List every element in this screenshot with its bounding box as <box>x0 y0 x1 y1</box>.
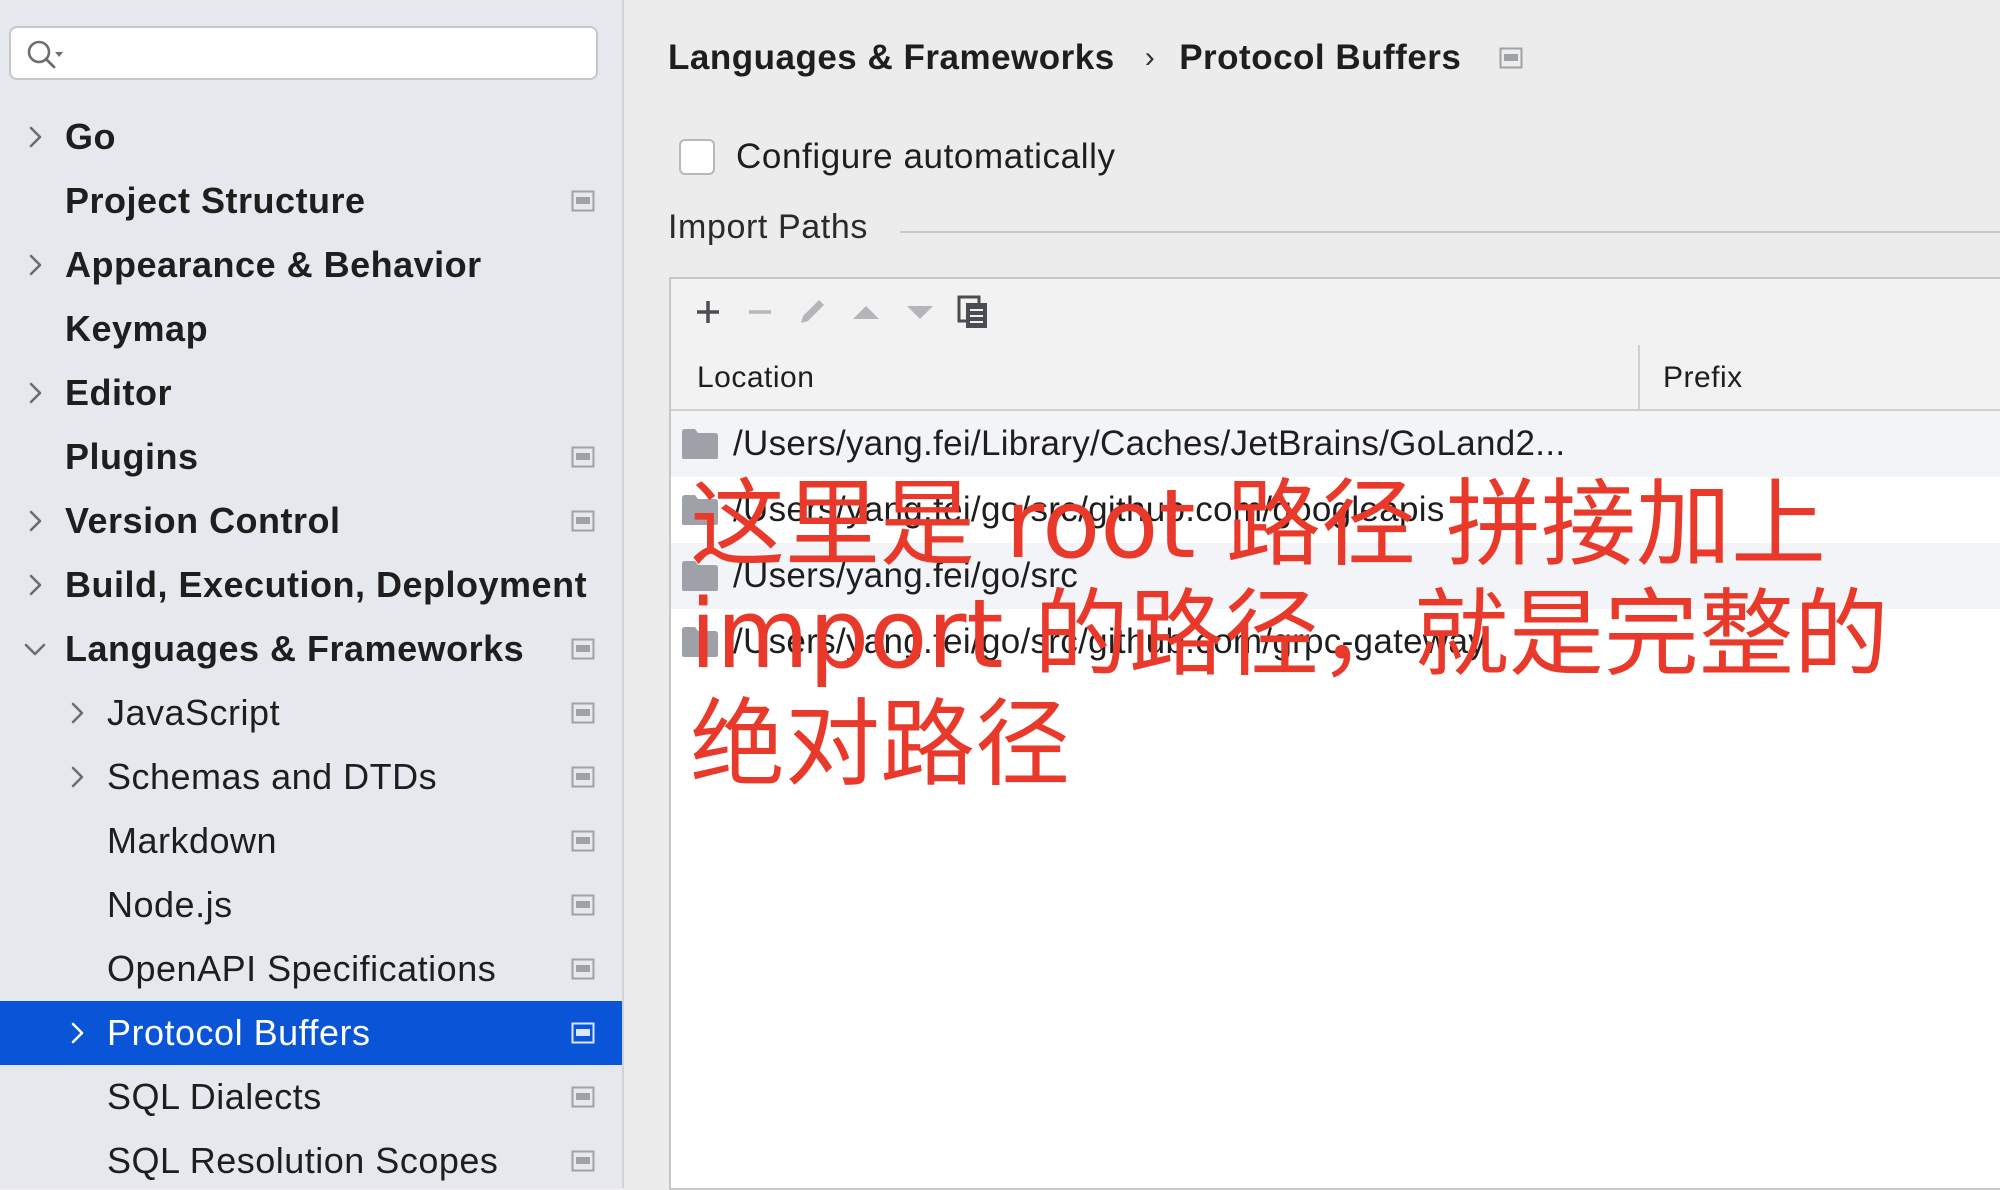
sidebar-item-label: Markdown <box>107 820 278 861</box>
sidebar-item-go[interactable]: Go <box>0 105 622 169</box>
sidebar-item-label: Build, Execution, Deployment <box>65 564 588 605</box>
breadcrumb-separator: › <box>1144 41 1156 74</box>
project-level-icon <box>571 894 595 916</box>
edit-icon[interactable] <box>793 293 831 331</box>
chevron-down-icon[interactable] <box>22 636 48 662</box>
sidebar-item-javascript[interactable]: JavaScript <box>0 681 622 745</box>
sidebar-item-languages-frameworks[interactable]: Languages & Frameworks <box>0 617 622 681</box>
configure-automatically-checkbox[interactable] <box>679 139 715 175</box>
sidebar-item-keymap[interactable]: Keymap <box>0 297 622 361</box>
sidebar-item-label: Go <box>65 116 116 157</box>
project-level-icon <box>571 1150 595 1172</box>
project-level-icon <box>571 510 595 532</box>
sidebar-item-sql-resolution-scopes[interactable]: SQL Resolution Scopes <box>0 1129 622 1188</box>
sidebar-item-label: Project Structure <box>65 180 366 221</box>
project-level-icon <box>571 1086 595 1108</box>
settings-content: Languages & Frameworks › Protocol Buffer… <box>624 0 2000 1190</box>
sidebar-item-protocol-buffers[interactable]: Protocol Buffers <box>0 1001 622 1065</box>
project-level-icon <box>571 446 595 468</box>
project-level-icon <box>571 1022 595 1044</box>
sidebar-item-label: Node.js <box>107 884 233 925</box>
sidebar-item-label: Appearance & Behavior <box>65 244 482 285</box>
configure-automatically-label[interactable]: Configure automatically <box>736 137 1116 177</box>
annotation-text: 这里是 root 路径 拼接加上 import 的路径，就是完整的绝对路径 <box>690 470 1889 800</box>
sidebar-item-version-control[interactable]: Version Control <box>0 489 622 553</box>
add-icon[interactable] <box>689 293 727 331</box>
chevron-right-icon[interactable] <box>64 1020 90 1046</box>
configure-automatically-row[interactable]: Configure automatically <box>679 137 1116 177</box>
project-level-icon <box>571 638 595 660</box>
copy-icon[interactable] <box>955 293 993 331</box>
sidebar-item-label: Schemas and DTDs <box>107 756 438 797</box>
project-level-icon <box>571 702 595 724</box>
sidebar-item-schemas-and-dtds[interactable]: Schemas and DTDs <box>0 745 622 809</box>
import-paths-title: Import Paths <box>668 208 868 246</box>
sidebar-item-project-structure[interactable]: Project Structure <box>0 169 622 233</box>
sidebar-item-label: Keymap <box>65 308 209 349</box>
chevron-right-icon[interactable] <box>22 572 48 598</box>
chevron-right-icon[interactable] <box>22 124 48 150</box>
table-row[interactable]: /Users/yang.fei/Library/Caches/JetBrains… <box>671 411 2000 477</box>
sidebar-item-appearance-behavior[interactable]: Appearance & Behavior <box>0 233 622 297</box>
sidebar-item-label: Plugins <box>65 436 199 477</box>
breadcrumb: Languages & Frameworks › Protocol Buffer… <box>668 38 1523 78</box>
column-divider[interactable] <box>1638 345 1640 409</box>
sidebar-item-sql-dialects[interactable]: SQL Dialects <box>0 1065 622 1129</box>
column-header-prefix[interactable]: Prefix <box>1663 361 1743 395</box>
breadcrumb-current: Protocol Buffers <box>1179 38 1462 77</box>
section-divider <box>900 231 2000 233</box>
project-level-icon <box>571 958 595 980</box>
sidebar-item-editor[interactable]: Editor <box>0 361 622 425</box>
chevron-right-icon[interactable] <box>64 700 90 726</box>
chevron-right-icon[interactable] <box>22 252 48 278</box>
location-cell: /Users/yang.fei/Library/Caches/JetBrains… <box>733 424 1566 463</box>
settings-search-field[interactable] <box>9 26 598 80</box>
sidebar-item-label: SQL Resolution Scopes <box>107 1140 499 1181</box>
sidebar-item-label: Languages & Frameworks <box>65 628 525 669</box>
sidebar-item-label: OpenAPI Specifications <box>107 948 497 989</box>
sidebar-item-plugins[interactable]: Plugins <box>0 425 622 489</box>
chevron-right-icon[interactable] <box>64 764 90 790</box>
sidebar-item-label: Protocol Buffers <box>107 1012 371 1053</box>
move-up-icon[interactable] <box>847 293 885 331</box>
chevron-right-icon[interactable] <box>22 380 48 406</box>
sidebar-item-markdown[interactable]: Markdown <box>0 809 622 873</box>
sidebar-item-label: Version Control <box>65 500 341 541</box>
sidebar-item-label: JavaScript <box>107 692 281 733</box>
project-level-icon <box>571 766 595 788</box>
sidebar-item-label: Editor <box>65 372 172 413</box>
project-level-icon <box>1499 47 1523 69</box>
search-input[interactable] <box>73 36 577 72</box>
sidebar-item-label: SQL Dialects <box>107 1076 322 1117</box>
move-down-icon[interactable] <box>901 293 939 331</box>
chevron-right-icon[interactable] <box>22 508 48 534</box>
search-icon <box>27 40 63 69</box>
import-paths-toolbar <box>671 279 2000 347</box>
sidebar-item-node-js[interactable]: Node.js <box>0 873 622 937</box>
sidebar-item-openapi-specifications[interactable]: OpenAPI Specifications <box>0 937 622 1001</box>
settings-sidebar: Go Project Structure Appearance & Behavior… <box>0 0 624 1188</box>
folder-icon <box>682 429 718 459</box>
column-header-location[interactable]: Location <box>697 361 814 395</box>
breadcrumb-parent[interactable]: Languages & Frameworks <box>668 38 1115 78</box>
sidebar-item-build-execution-deployment[interactable]: Build, Execution, Deployment <box>0 553 622 617</box>
table-header: Location Prefix <box>671 345 2000 411</box>
settings-tree: Go Project Structure Appearance & Behavior… <box>0 105 622 1188</box>
project-level-icon <box>571 830 595 852</box>
remove-icon[interactable] <box>741 293 779 331</box>
project-level-icon <box>571 190 595 212</box>
